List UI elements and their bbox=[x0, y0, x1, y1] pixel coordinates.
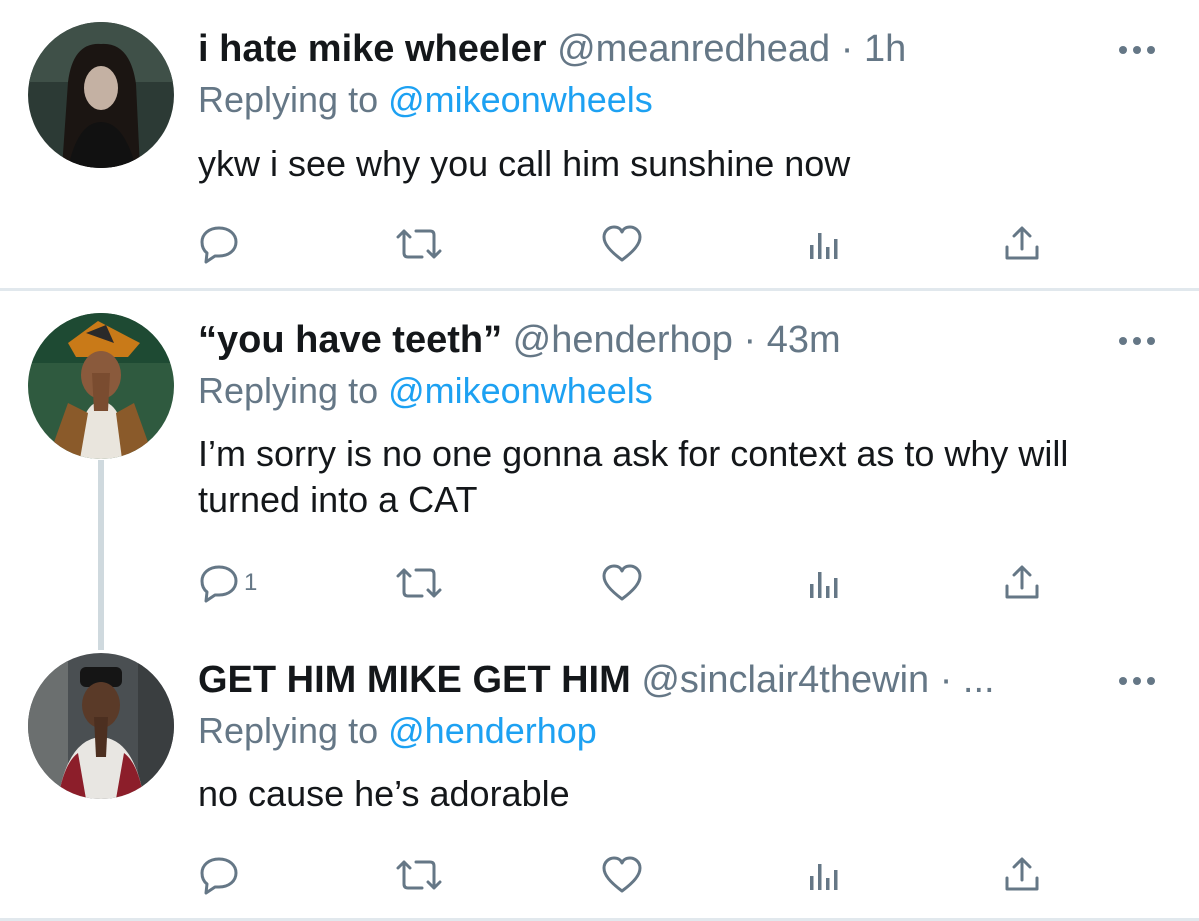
replying-to: Replying to @henderhop bbox=[198, 709, 597, 753]
timestamp[interactable]: 43m bbox=[767, 319, 841, 361]
tweet-text: I’m sorry is no one gonna ask for contex… bbox=[198, 433, 1069, 520]
tweet-text: no cause he’s adorable bbox=[198, 773, 570, 814]
tweet-header: i hate mike wheeler @meanredhead · 1h bbox=[198, 26, 906, 72]
retweet-button[interactable] bbox=[394, 561, 444, 605]
tweet-header: “you have teeth” @henderhop · 43m bbox=[198, 317, 841, 363]
like-icon bbox=[602, 225, 642, 262]
replying-to-handle[interactable]: @henderhop bbox=[388, 710, 597, 751]
retweet-icon bbox=[396, 860, 442, 890]
more-icon[interactable] bbox=[1114, 671, 1160, 691]
separator: · bbox=[743, 319, 757, 361]
like-icon bbox=[602, 856, 642, 893]
replying-to: Replying to @mikeonwheels bbox=[198, 78, 653, 122]
like-icon bbox=[602, 564, 642, 601]
views-button[interactable] bbox=[804, 853, 844, 897]
views-icon bbox=[810, 233, 838, 259]
retweet-button[interactable] bbox=[394, 222, 444, 266]
action-bar: 1 bbox=[198, 561, 1058, 605]
display-name[interactable]: “you have teeth” bbox=[198, 319, 502, 361]
replying-prefix: Replying to bbox=[198, 710, 379, 751]
timestamp[interactable]: 1h bbox=[864, 28, 906, 70]
like-button[interactable] bbox=[600, 222, 644, 266]
separator: · ... bbox=[939, 659, 995, 701]
handle[interactable]: @henderhop bbox=[513, 319, 733, 361]
like-button[interactable] bbox=[600, 561, 644, 605]
tweet[interactable]: i hate mike wheeler @meanredhead · 1h Re… bbox=[0, 0, 1199, 288]
retweet-icon bbox=[396, 568, 442, 598]
reply-count: 1 bbox=[244, 569, 258, 596]
views-button[interactable] bbox=[804, 222, 844, 266]
replying-prefix: Replying to bbox=[198, 79, 379, 120]
like-button[interactable] bbox=[600, 853, 644, 897]
replying-to-handle[interactable]: @mikeonwheels bbox=[388, 370, 653, 411]
avatar[interactable] bbox=[28, 653, 174, 799]
views-button[interactable] bbox=[804, 561, 844, 605]
tweet[interactable]: “you have teeth” @henderhop · 43m Replyi… bbox=[0, 291, 1199, 631]
reply-icon bbox=[200, 226, 238, 264]
share-button[interactable] bbox=[1002, 222, 1042, 266]
retweet-icon bbox=[396, 229, 442, 259]
tweet-text: ykw i see why you call him sunshine now bbox=[198, 143, 851, 184]
handle[interactable]: @meanredhead bbox=[557, 28, 830, 70]
avatar[interactable] bbox=[28, 22, 174, 168]
separator: · bbox=[840, 28, 854, 70]
display-name[interactable]: GET HIM MIKE GET HIM bbox=[198, 659, 631, 701]
views-icon bbox=[810, 572, 838, 598]
share-button[interactable] bbox=[1002, 853, 1042, 897]
more-icon[interactable] bbox=[1114, 331, 1160, 351]
share-button[interactable] bbox=[1002, 561, 1042, 605]
avatar[interactable] bbox=[28, 313, 174, 459]
views-icon bbox=[810, 864, 838, 890]
replying-prefix: Replying to bbox=[198, 370, 379, 411]
reply-button[interactable] bbox=[198, 853, 244, 897]
share-icon bbox=[1005, 565, 1039, 599]
action-bar bbox=[198, 853, 1058, 897]
tweet-header: GET HIM MIKE GET HIM @sinclair4thewin · … bbox=[198, 657, 995, 703]
tweet[interactable]: GET HIM MIKE GET HIM @sinclair4thewin · … bbox=[0, 631, 1199, 918]
display-name[interactable]: i hate mike wheeler bbox=[198, 28, 547, 70]
share-icon bbox=[1005, 857, 1039, 891]
handle[interactable]: @sinclair4thewin bbox=[641, 659, 929, 701]
action-bar bbox=[198, 222, 1058, 266]
replying-to-handle[interactable]: @mikeonwheels bbox=[388, 79, 653, 120]
share-icon bbox=[1005, 226, 1039, 260]
reply-icon bbox=[200, 857, 238, 895]
reply-icon bbox=[200, 565, 238, 603]
reply-button[interactable] bbox=[198, 222, 244, 266]
reply-button[interactable]: 1 bbox=[198, 561, 257, 605]
more-icon[interactable] bbox=[1114, 40, 1160, 60]
retweet-button[interactable] bbox=[394, 853, 444, 897]
replying-to: Replying to @mikeonwheels bbox=[198, 369, 653, 413]
